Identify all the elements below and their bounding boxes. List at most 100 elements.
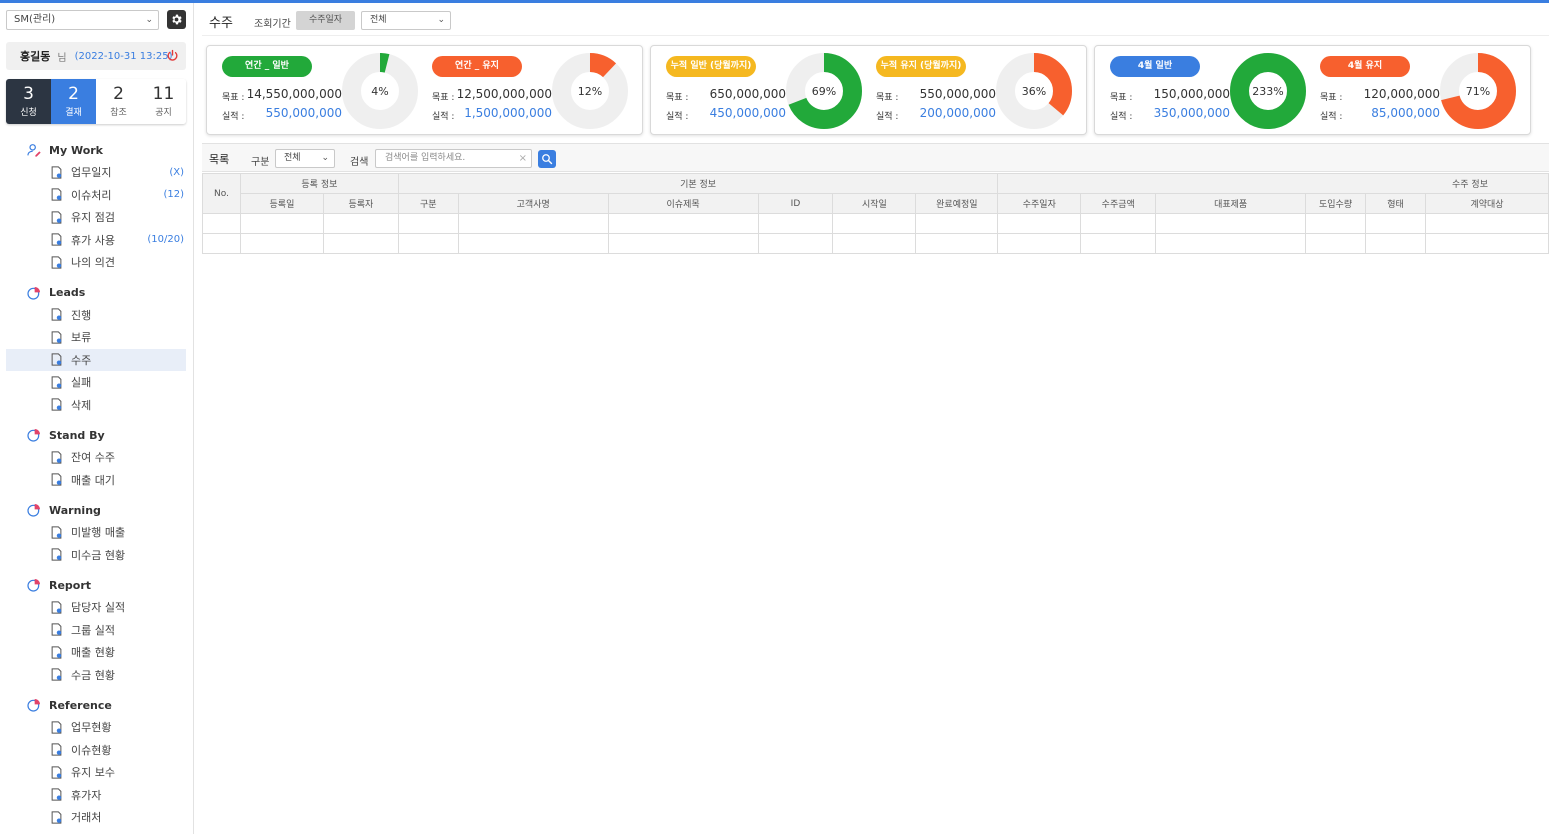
table-cell	[1080, 213, 1157, 234]
kpi-target-label: 목표 :	[222, 93, 245, 103]
sidebar-item-count: (X)	[169, 166, 184, 178]
date-type-button[interactable]: 수주일자	[296, 11, 355, 30]
nav-group-stand-by[interactable]: Stand By	[6, 424, 186, 446]
sidebar-nav: My Work 업무일지 (X) 이슈처리 (12) 유지 점검 휴가 사용 (10/20) 나…	[6, 139, 186, 829]
sidebar-item[interactable]: 나의 의견	[6, 251, 186, 274]
settings-button[interactable]	[167, 10, 186, 29]
kpi-target-label: 목표 :	[432, 93, 455, 103]
table-cell	[457, 213, 609, 234]
kpi-target-value: 150,000,000	[1153, 87, 1230, 101]
column-header[interactable]: 시작일	[832, 193, 917, 214]
counter-request[interactable]: 3 신청	[6, 79, 51, 124]
sidebar-item-count: (12)	[163, 189, 184, 201]
search-button[interactable]	[538, 150, 556, 168]
nav-group-label: Report	[49, 578, 92, 592]
search-input[interactable]: 검색어를 입력하세요. ×	[375, 149, 532, 168]
column-header[interactable]: 등록자	[322, 193, 399, 214]
sidebar-item[interactable]: 업무일지 (X)	[6, 161, 186, 184]
sidebar-item-label: 담당자 실적	[71, 601, 126, 615]
sidebar-item[interactable]: 수금 현황	[6, 664, 186, 687]
category-select[interactable]: 전체 ⌄	[275, 149, 335, 168]
sidebar-item[interactable]: 보류	[6, 326, 186, 349]
chart-icon	[26, 502, 42, 518]
sidebar-item-label: 수주	[71, 353, 92, 367]
column-header[interactable]: 형태	[1365, 193, 1426, 214]
page-title: 수주	[209, 16, 233, 31]
sidebar-item[interactable]: 거래처	[6, 806, 186, 829]
kpi-percent: 4%	[371, 84, 389, 98]
counter-notice[interactable]: 11 공지	[141, 79, 186, 124]
column-header[interactable]: 구분	[397, 193, 459, 214]
kpi-panel-cumulative: 누적 일반 (당월까지) 목표 : 650,000,000 실적 : 450,000,0…	[650, 45, 1087, 135]
logout-button[interactable]	[166, 49, 179, 65]
column-header[interactable]: 등록일	[239, 193, 324, 214]
column-header[interactable]: ID	[757, 193, 834, 214]
kpi-label-badge: 누적 일반 (당월까지)	[666, 56, 756, 77]
table-cell	[322, 213, 399, 234]
sidebar-item-label: 실패	[71, 376, 92, 390]
sidebar-item[interactable]: 실패	[6, 371, 186, 394]
sidebar-item[interactable]: 진행	[6, 304, 186, 327]
clear-icon[interactable]: ×	[519, 150, 527, 167]
sidebar-item[interactable]: 삭제	[6, 394, 186, 417]
sidebar-item[interactable]: 휴가자	[6, 784, 186, 807]
col-no[interactable]: No.	[202, 173, 241, 214]
table-cell	[915, 233, 999, 254]
sidebar-item[interactable]: 유지 점검	[6, 206, 186, 229]
table-cell	[239, 213, 324, 234]
power-icon	[167, 49, 178, 61]
category-label: 구분	[251, 157, 270, 168]
table-body	[202, 213, 1549, 254]
sidebar-item-label: 매출 대기	[71, 473, 115, 487]
table-cell	[457, 233, 609, 254]
nav-group-warning[interactable]: Warning	[6, 499, 186, 521]
sidebar-item[interactable]: 미발행 매출	[6, 521, 186, 544]
column-header[interactable]: 수주일자	[997, 193, 1082, 214]
table-row[interactable]	[202, 213, 1549, 234]
table-cell	[1305, 213, 1367, 234]
column-header[interactable]: 이슈제목	[607, 193, 759, 214]
document-icon	[49, 307, 64, 322]
sidebar-item[interactable]: 이슈처리 (12)	[6, 184, 186, 207]
document-icon	[49, 600, 64, 615]
table-row[interactable]	[202, 233, 1549, 254]
sidebar-item[interactable]: 잔여 수주	[6, 446, 186, 469]
sidebar-item[interactable]: 유지 보수	[6, 761, 186, 784]
column-header[interactable]: 도입수량	[1305, 193, 1367, 214]
document-icon	[49, 645, 64, 660]
column-header[interactable]: 수주금액	[1080, 193, 1157, 214]
sidebar-item-label: 잔여 수주	[71, 451, 115, 465]
chart-icon	[26, 577, 42, 593]
sidebar-item[interactable]: 매출 대기	[6, 469, 186, 492]
counter-approval[interactable]: 2 결재	[51, 79, 96, 124]
counter-reference[interactable]: 2 참조	[96, 79, 141, 124]
nav-group-my-work[interactable]: My Work	[6, 139, 186, 161]
sidebar-item[interactable]: 업무현황	[6, 716, 186, 739]
sidebar-item[interactable]: 매출 현황	[6, 641, 186, 664]
table-cell	[832, 213, 917, 234]
table-cell	[239, 233, 324, 254]
column-header[interactable]: 완료예정일	[915, 193, 999, 214]
column-header[interactable]: 계약대상	[1425, 193, 1549, 214]
column-header[interactable]: 대표제품	[1155, 193, 1307, 214]
chevron-down-icon: ⌄	[437, 15, 445, 25]
sidebar-item[interactable]: 미수금 현황	[6, 544, 186, 567]
period-filter-select[interactable]: 전체 ⌄	[361, 11, 451, 30]
nav-group-label: My Work	[49, 143, 103, 157]
column-header[interactable]: 고객사명	[457, 193, 609, 214]
document-icon	[49, 525, 64, 540]
nav-group-leads[interactable]: Leads	[6, 282, 186, 304]
document-icon	[49, 352, 64, 367]
document-icon	[49, 547, 64, 562]
sidebar-item[interactable]: 수주	[6, 348, 186, 371]
sidebar-item[interactable]: 휴가 사용 (10/20)	[6, 229, 186, 252]
table-cell	[757, 233, 834, 254]
nav-group-report[interactable]: Report	[6, 574, 186, 596]
sidebar-item[interactable]: 그룹 실적	[6, 619, 186, 642]
sidebar-item[interactable]: 담당자 실적	[6, 596, 186, 619]
nav-group-reference[interactable]: Reference	[6, 694, 186, 716]
sidebar-item[interactable]: 이슈현황	[6, 739, 186, 762]
group-header-reg: 등록 정보	[239, 173, 399, 194]
kpi-actual-row: 실적 : 350,000,000	[1110, 106, 1230, 122]
role-select[interactable]: SM(관리) ⌄	[6, 10, 159, 30]
